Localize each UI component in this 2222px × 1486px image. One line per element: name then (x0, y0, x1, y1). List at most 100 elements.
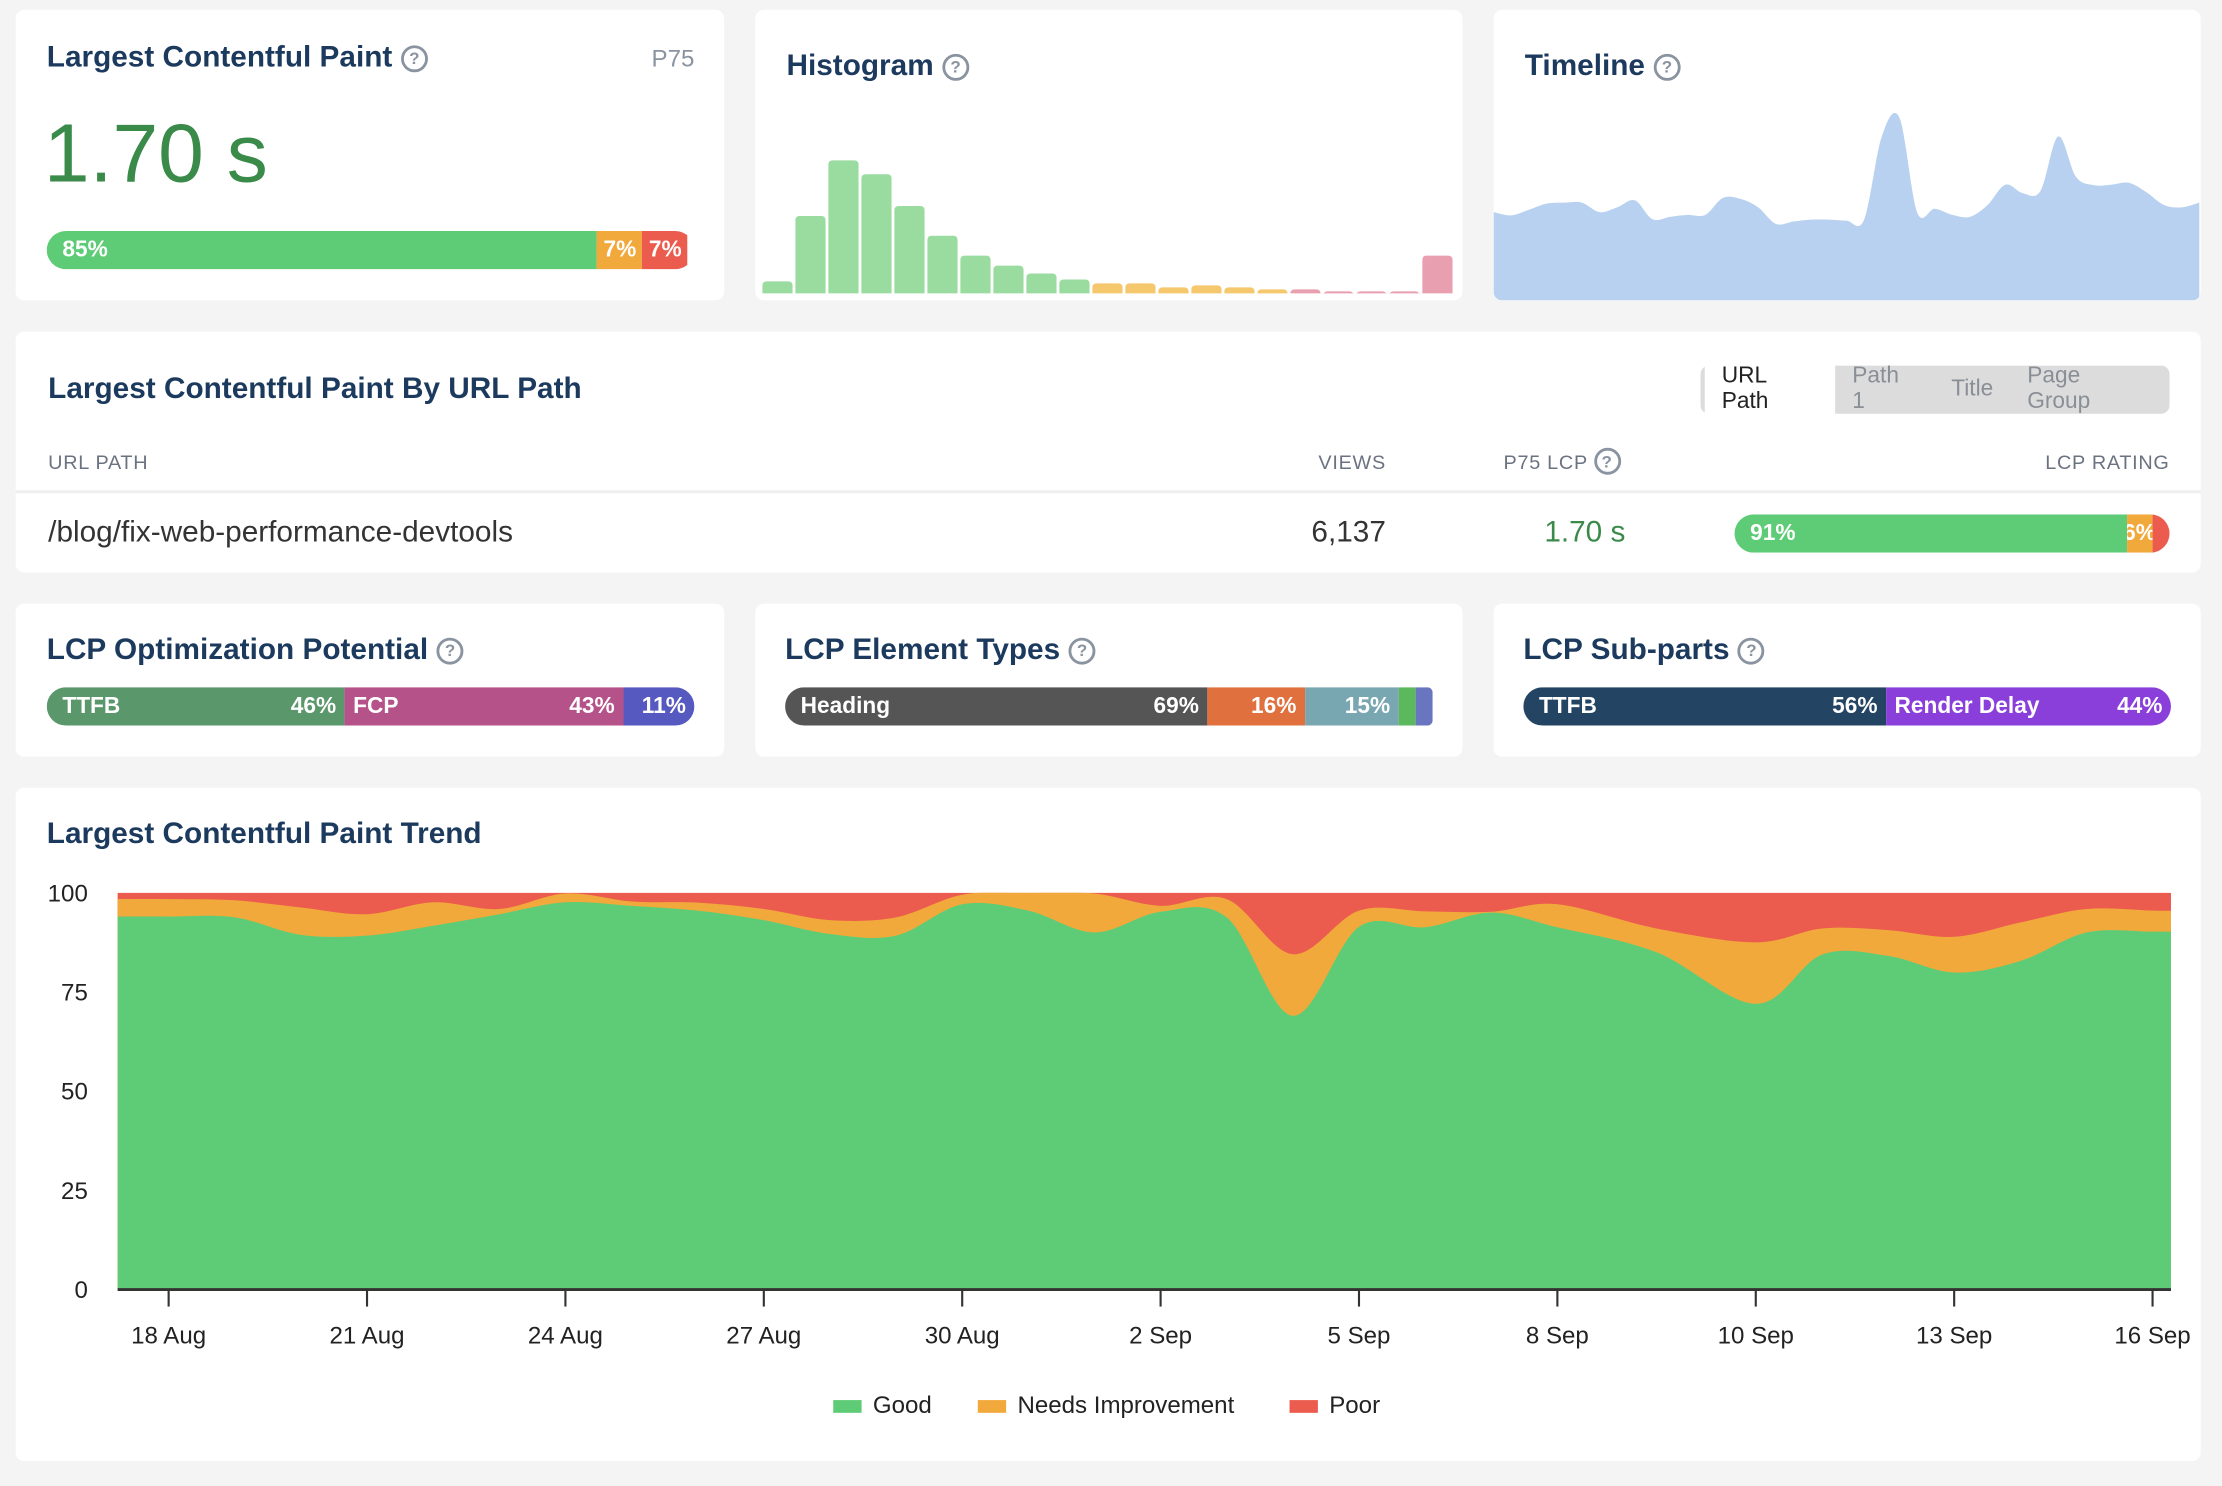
subparts-card: LCP Sub-parts? TTFB 56% Render Delay 44% (1493, 603, 2201, 757)
tab-url-path[interactable]: URL Path (1704, 357, 1836, 423)
histogram-bar[interactable] (1026, 273, 1057, 294)
optimization-segment[interactable]: 11% (623, 687, 695, 726)
segment-percent: 56% (1832, 693, 1878, 718)
subparts-title: LCP Sub-parts (1523, 633, 1730, 667)
legend-item[interactable]: Poor (1289, 1392, 1381, 1419)
histogram-bar[interactable] (960, 255, 991, 294)
timeline-area (1493, 112, 2200, 301)
grouping-tabs: URL Path Path 1 Title Page Group (1700, 357, 2170, 423)
row-url[interactable]: /blog/fix-web-performance-devtools (48, 516, 513, 550)
histogram-bar[interactable] (1125, 283, 1156, 294)
segment-percent: 91% (1750, 520, 1796, 545)
histogram-bar[interactable] (795, 215, 826, 294)
legend-item[interactable]: Needs Improvement (977, 1392, 1235, 1419)
lcp-title-text: Largest Contentful Paint (46, 41, 393, 74)
legend-label: Needs Improvement (1017, 1392, 1234, 1419)
histogram-bar[interactable] (861, 174, 892, 294)
histogram-chart (762, 160, 1453, 296)
row-rating-segment[interactable]: 91% (1734, 514, 2127, 553)
element-types-segment[interactable] (1398, 687, 1416, 726)
element-types-bar: Heading 69% 16% 15% (785, 687, 1433, 726)
histogram-bar[interactable] (1191, 285, 1222, 294)
lcp-rating-segment[interactable]: 7% (642, 230, 688, 270)
element-types-card: LCP Element Types? Heading 69% 16% 15% (755, 603, 1463, 757)
histogram-bar[interactable] (927, 235, 958, 294)
help-icon[interactable]: ? (436, 636, 464, 664)
element-types-segment[interactable]: 15% (1304, 687, 1399, 726)
help-icon[interactable]: ? (1068, 636, 1096, 664)
x-tick-label: 10 Sep (1718, 1322, 1794, 1349)
percentile-label: P75 (651, 45, 695, 73)
row-views: 6,137 (1311, 515, 1386, 549)
segment-name: TTFB (1538, 693, 1597, 718)
subparts-segment[interactable]: TTFB 56% (1523, 687, 1887, 726)
histogram-bar[interactable] (1257, 289, 1288, 294)
trend-area-good (117, 902, 2171, 1290)
segment-percent: 69% (1153, 693, 1199, 718)
x-tick-label: 30 Aug (925, 1322, 1000, 1349)
histogram-bar[interactable] (1422, 255, 1453, 294)
x-tick-label: 21 Aug (330, 1322, 405, 1349)
optimization-segment[interactable]: TTFB 46% (46, 687, 345, 726)
element-types-segment[interactable]: Heading 69% (785, 687, 1208, 726)
histogram-bar[interactable] (1356, 291, 1387, 296)
x-tick-label: 18 Aug (131, 1322, 206, 1349)
tab-title[interactable]: Title (1934, 370, 2010, 410)
x-tick-label: 8 Sep (1526, 1322, 1589, 1349)
histogram-bar[interactable] (1323, 291, 1354, 296)
row-rating-bar: 91% 6% (1734, 514, 2170, 553)
segment-percent: 85% (62, 237, 108, 262)
x-tick-label: 5 Sep (1328, 1322, 1391, 1349)
row-rating-segment[interactable]: 6% (2126, 514, 2153, 553)
histogram-bar[interactable] (894, 206, 925, 294)
col-views[interactable]: VIEWS (1318, 451, 1385, 474)
histogram-bar[interactable] (1059, 279, 1090, 294)
col-p75-lcp[interactable]: P75 LCP? (1504, 447, 1621, 475)
col-lcp-rating[interactable]: LCP RATING (2045, 451, 2169, 474)
help-icon[interactable]: ? (1738, 636, 1765, 664)
element-types-segment[interactable] (1415, 687, 1433, 726)
segment-percent: 7% (603, 237, 637, 262)
segment-name: Render Delay (1894, 693, 2040, 718)
segment-percent: 6% (2127, 521, 2153, 547)
histogram-bar[interactable] (1290, 289, 1321, 294)
row-p75: 1.70 s (1544, 515, 1626, 549)
histogram-card: Histogram? (755, 9, 1463, 301)
lcp-rating-segment[interactable]: 7% (597, 230, 643, 270)
col-url-path[interactable]: URL PATH (48, 451, 148, 474)
tab-path-1[interactable]: Path 1 (1835, 357, 1934, 422)
segment-percent: 46% (290, 693, 337, 718)
element-types-segment[interactable]: 16% (1207, 687, 1305, 726)
lcp-value: 1.70 s (43, 107, 268, 200)
element-types-title: LCP Element Types (785, 633, 1061, 667)
help-icon[interactable]: ? (1593, 447, 1621, 475)
x-tick-label: 27 Aug (726, 1322, 801, 1349)
legend-swatch (833, 1400, 862, 1413)
histogram-bar[interactable] (1092, 283, 1123, 294)
histogram-bar[interactable] (762, 281, 793, 294)
tab-page-group[interactable]: Page Group (2010, 357, 2165, 422)
segment-percent: 43% (569, 693, 615, 718)
optimization-card: LCP Optimization Potential? TTFB 46% FCP 43… (15, 603, 725, 757)
segment-percent: 15% (1344, 693, 1391, 718)
histogram-bar[interactable] (1224, 287, 1255, 294)
y-tick-label: 50 (61, 1079, 88, 1106)
lcp-distribution-bar: 85% 7% 7% (46, 230, 695, 270)
segment-percent: 44% (2117, 693, 2163, 718)
histogram-bar[interactable] (828, 160, 859, 294)
y-tick-label: 0 (74, 1277, 87, 1304)
legend-label: Poor (1329, 1392, 1380, 1419)
histogram-bar[interactable] (1389, 291, 1420, 296)
x-tick-label: 16 Sep (2114, 1322, 2190, 1349)
trend-chart: 0 25 50 75 100 18 Aug 21 Aug 24 Aug 27 Aug 30 Aug… (48, 880, 2191, 1419)
lcp-rating-segment[interactable]: 85% (46, 230, 598, 270)
x-tick-label: 2 Sep (1129, 1322, 1192, 1349)
legend-item[interactable]: Good (833, 1392, 932, 1419)
histogram-bar[interactable] (993, 265, 1024, 294)
row-rating-segment[interactable] (2152, 514, 2170, 553)
y-tick-label: 75 (61, 979, 88, 1006)
help-icon[interactable]: ? (400, 44, 428, 72)
histogram-bar[interactable] (1158, 287, 1189, 294)
subparts-segment[interactable]: Render Delay 44% (1886, 687, 2171, 726)
optimization-segment[interactable]: FCP 43% (344, 687, 624, 726)
